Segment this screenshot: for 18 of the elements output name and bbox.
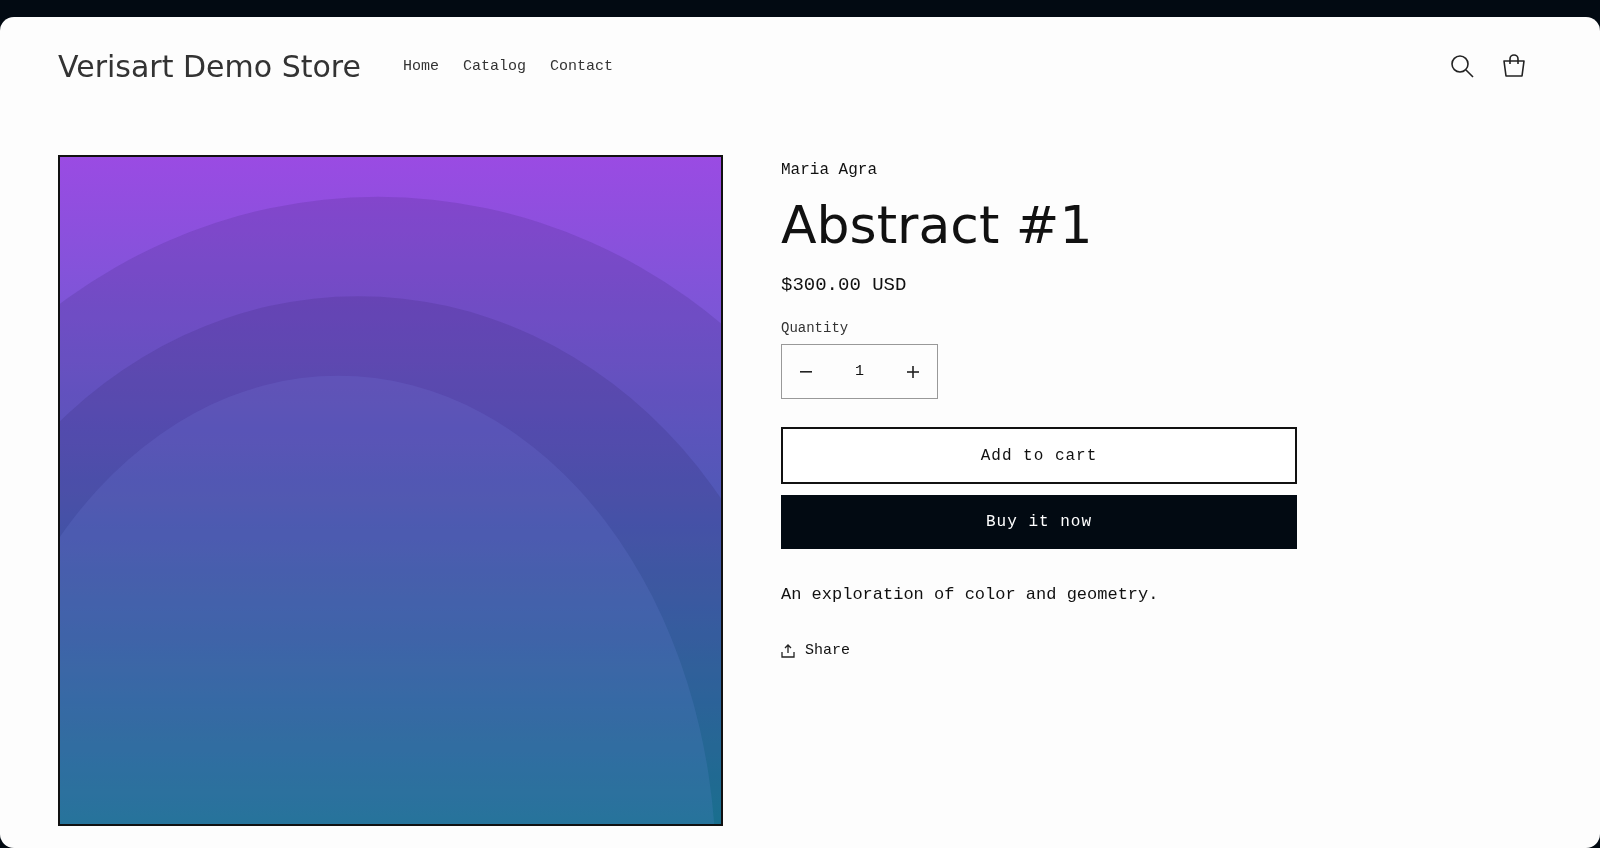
search-icon[interactable] xyxy=(1450,54,1474,78)
product-price: $300.00 USD xyxy=(781,274,907,297)
plus-icon xyxy=(907,365,919,378)
nav-link[interactable]: Home xyxy=(402,57,439,75)
quantity-label: Quantity xyxy=(781,320,849,337)
product-description: An exploration of color and geometry. xyxy=(781,585,1159,605)
share-button[interactable]: Share xyxy=(781,642,850,660)
product-title: Abstract #1 xyxy=(781,197,1093,255)
artist-name: Maria Agra xyxy=(781,161,877,179)
share-icon xyxy=(781,643,795,658)
shopping-bag-icon[interactable] xyxy=(1502,54,1526,78)
minus-icon xyxy=(800,370,812,373)
quantity-input[interactable]: 1 xyxy=(830,362,889,382)
buy-now-button[interactable]: Buy it now xyxy=(781,495,1297,550)
store-logo[interactable]: Verisart Demo Store xyxy=(58,48,361,84)
add-to-cart-button[interactable]: Add to cart xyxy=(781,427,1297,485)
nav-link[interactable]: Catalog xyxy=(462,57,526,75)
nav-link[interactable]: Contact xyxy=(549,57,613,75)
